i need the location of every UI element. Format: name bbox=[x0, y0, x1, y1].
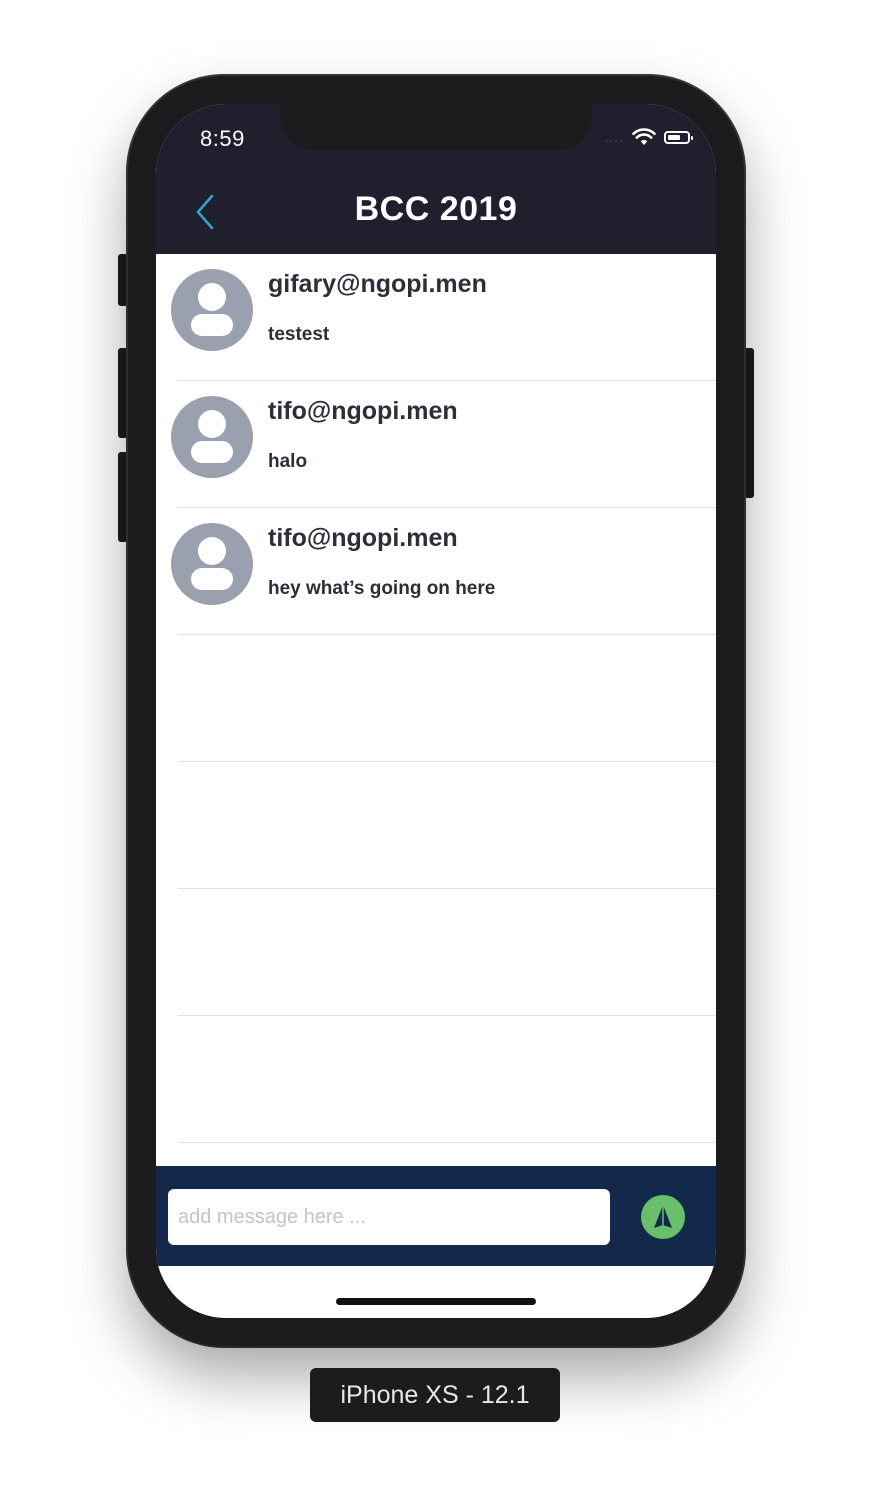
phone-screen: 8:59 .... BCC 2019 gifary@ngopi.men test… bbox=[156, 104, 716, 1318]
message-text: hey what’s going on here bbox=[268, 578, 496, 599]
home-indicator[interactable] bbox=[336, 1298, 536, 1305]
message-sender: tifo@ngopi.men bbox=[268, 524, 458, 552]
user-body-icon bbox=[191, 568, 233, 590]
empty-row bbox=[156, 762, 716, 889]
message-sender: tifo@ngopi.men bbox=[268, 397, 458, 425]
message-row[interactable]: tifo@ngopi.men hey what’s going on here bbox=[156, 508, 716, 635]
user-body-icon bbox=[191, 314, 233, 336]
avatar bbox=[171, 269, 253, 351]
device-label: iPhone XS - 12.1 bbox=[310, 1368, 560, 1422]
message-text: halo bbox=[268, 451, 308, 472]
notch bbox=[280, 104, 592, 150]
message-text: testest bbox=[268, 324, 330, 345]
wifi-icon bbox=[632, 128, 656, 145]
status-time: 8:59 bbox=[200, 126, 245, 151]
home-area bbox=[156, 1266, 716, 1318]
message-sender: gifary@ngopi.men bbox=[268, 270, 487, 298]
phone-frame: 8:59 .... BCC 2019 gifary@ngopi.men test… bbox=[128, 76, 744, 1346]
message-row[interactable]: tifo@ngopi.men halo bbox=[156, 381, 716, 508]
send-button[interactable] bbox=[641, 1195, 685, 1239]
message-input[interactable] bbox=[168, 1189, 610, 1245]
user-head-icon bbox=[198, 537, 226, 565]
nav-bar: BCC 2019 bbox=[156, 170, 716, 254]
user-body-icon bbox=[191, 441, 233, 463]
empty-row bbox=[156, 1016, 716, 1143]
avatar bbox=[171, 396, 253, 478]
message-list[interactable]: gifary@ngopi.men testest tifo@ngopi.men … bbox=[156, 254, 716, 1143]
message-row[interactable]: gifary@ngopi.men testest bbox=[156, 254, 716, 381]
volume-down-button bbox=[118, 452, 128, 542]
signal-icon: .... bbox=[604, 129, 624, 145]
send-arrow-icon bbox=[654, 1205, 672, 1228]
user-head-icon bbox=[198, 283, 226, 311]
battery-icon bbox=[664, 130, 693, 144]
empty-row bbox=[156, 889, 716, 1016]
simulator-stage: 8:59 .... BCC 2019 gifary@ngopi.men test… bbox=[0, 0, 872, 1496]
status-icons: .... bbox=[604, 128, 693, 146]
volume-up-button bbox=[118, 348, 128, 438]
avatar bbox=[171, 523, 253, 605]
mute-switch bbox=[118, 254, 128, 306]
message-composer bbox=[156, 1166, 716, 1266]
power-button bbox=[744, 348, 754, 498]
page-title: BCC 2019 bbox=[354, 190, 518, 228]
user-head-icon bbox=[198, 410, 226, 438]
empty-row bbox=[156, 635, 716, 762]
